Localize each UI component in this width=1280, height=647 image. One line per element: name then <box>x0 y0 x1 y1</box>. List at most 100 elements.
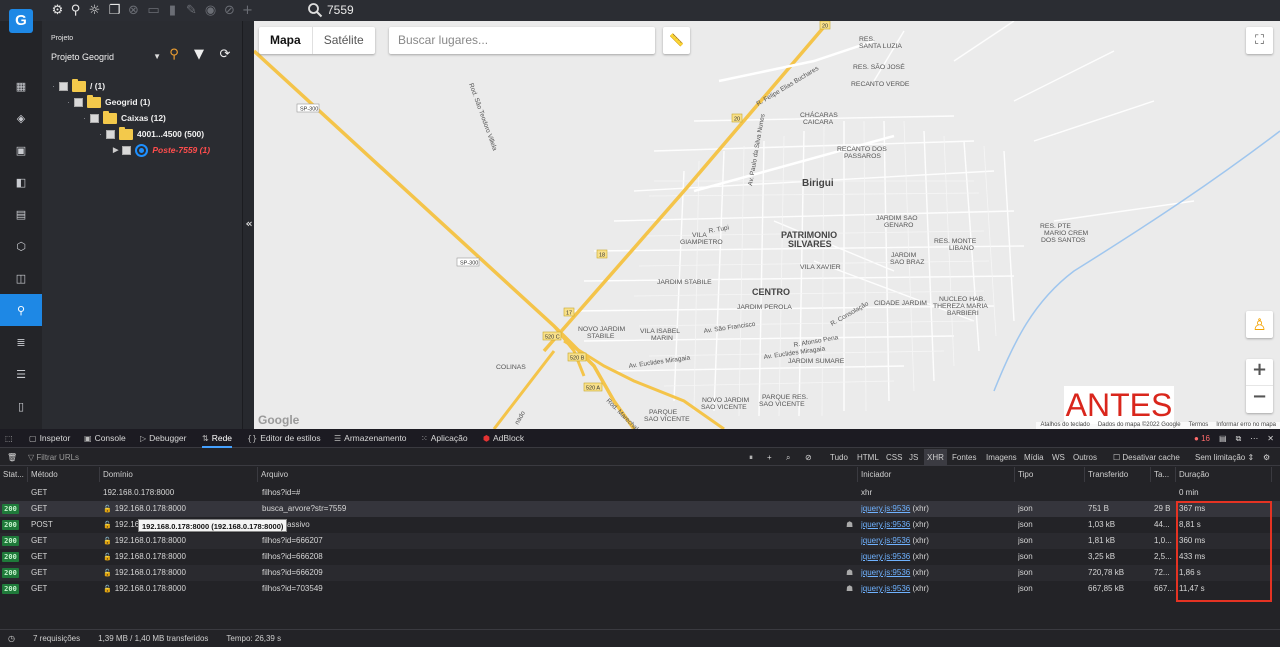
filter-images[interactable]: Imagens <box>986 449 1017 466</box>
request-row[interactable]: 200 GET 🔓 192.168.0.178:8000 filhos?id=66… <box>0 533 1280 549</box>
filter-js[interactable]: JS <box>909 449 918 466</box>
panel-splitter[interactable]: « <box>242 21 254 429</box>
filter-urls-input[interactable]: ▽ Filtrar URLs <box>28 449 79 466</box>
tree-node-caixas[interactable]: · Caixas (12) <box>83 110 166 125</box>
settings-gear-icon[interactable]: ⚙ <box>1263 449 1270 466</box>
map-search-input[interactable]: Buscar lugares... <box>389 27 655 54</box>
zoom-out-button[interactable]: − <box>1246 386 1273 413</box>
list-icon[interactable]: ≣ <box>0 326 42 358</box>
report-error-link[interactable]: Informar erro no mapa <box>1216 422 1276 429</box>
col-status[interactable]: Stat... <box>0 467 28 482</box>
col-transferred[interactable]: Transferido <box>1085 467 1151 482</box>
dashboard-icon[interactable]: ▦ <box>0 70 42 102</box>
col-method[interactable]: Método <box>28 467 100 482</box>
eye-icon[interactable]: ◉ <box>202 2 219 19</box>
request-row[interactable]: GET 192.168.0.178:8000 filhos?id=# xhr 0… <box>0 485 1280 501</box>
filter-icon[interactable]: ▼ <box>191 47 207 63</box>
request-row[interactable]: 200 GET 🔓 192.168.0.178:8000 filhos?id=66… <box>0 565 1280 581</box>
settings-gear-icon[interactable]: ⚙ <box>49 2 66 19</box>
disable-cache-checkbox[interactable]: ☐ Desativar cache <box>1113 449 1180 466</box>
street-view-pegman-icon[interactable]: ♙ <box>1246 311 1273 338</box>
initiator-link[interactable]: jquery.js:9536 <box>861 536 910 545</box>
filter-xhr[interactable]: XHR <box>924 449 947 466</box>
tab-adblock[interactable]: ⬢ AdBlock <box>483 429 524 448</box>
tab-inspector[interactable]: ▢ Inspetor <box>29 429 70 448</box>
network-icon[interactable]: ◈ <box>0 102 42 134</box>
filter-others[interactable]: Outros <box>1073 449 1097 466</box>
tab-console[interactable]: ▣ Console <box>84 429 126 448</box>
contacts-icon[interactable]: ▣ <box>0 134 42 166</box>
tree-node-poste[interactable]: ▶ Poste-7559 (1) <box>113 143 210 157</box>
map-pin-icon[interactable]: ⚲ <box>67 2 84 19</box>
calendar-icon[interactable]: ▤ <box>0 198 42 230</box>
add-icon[interactable]: + <box>767 449 772 466</box>
image-icon[interactable]: ◧ <box>0 166 42 198</box>
pick-element-icon[interactable]: ⬚ <box>5 429 16 448</box>
close-icon[interactable]: ✕ <box>1267 434 1274 443</box>
tab-application[interactable]: ⁙ Aplicação <box>421 429 468 448</box>
initiator-link[interactable]: jquery.js:9536 <box>861 568 910 577</box>
tree-checkbox[interactable] <box>106 129 115 139</box>
tab-storage[interactable]: ☰ Armazenamento <box>334 429 407 448</box>
block-icon[interactable]: ⊘ <box>805 449 812 466</box>
ruler-icon[interactable]: 📏 <box>663 27 690 54</box>
tree-node-root[interactable]: · / (1) <box>52 78 105 93</box>
filter-html[interactable]: HTML <box>857 449 879 466</box>
map-type-mapa[interactable]: Mapa <box>259 27 313 54</box>
tree-checkbox[interactable] <box>59 81 68 91</box>
dock-icon[interactable]: ⧉ <box>1236 434 1242 444</box>
initiator-link[interactable]: jquery.js:9536 <box>861 584 910 593</box>
terms-link[interactable]: Termos <box>1189 422 1209 429</box>
tree-node-range[interactable]: · 4001...4500 (500) <box>99 126 204 141</box>
lightbulb-icon[interactable]: ☼ <box>86 2 103 19</box>
project-select[interactable]: Projeto Geogrid ▼ <box>51 49 161 65</box>
throttle-select[interactable]: Sem limitação ⇕ <box>1195 449 1254 466</box>
initiator-link[interactable]: jquery.js:9536 <box>861 520 910 529</box>
filter-all[interactable]: Tudo <box>830 449 848 466</box>
add-icon[interactable]: + <box>239 2 256 19</box>
close-circle-icon[interactable]: ⊗ <box>125 2 142 19</box>
app-logo[interactable]: G <box>9 9 33 33</box>
pause-icon[interactable]: ⏸ <box>749 449 753 466</box>
document-icon[interactable]: ▯ <box>0 390 42 422</box>
expand-arrow-icon[interactable]: ▶ <box>113 146 118 154</box>
refresh-icon[interactable]: ⟳ <box>217 47 233 63</box>
col-initiator[interactable]: Iniciador <box>858 467 1015 482</box>
filter-css[interactable]: CSS <box>886 449 902 466</box>
filter-media[interactable]: Mídia <box>1024 449 1044 466</box>
location-pin-icon[interactable]: ⚲ <box>0 294 42 326</box>
col-domain[interactable]: Domínio <box>100 467 258 482</box>
blocked-circle-icon[interactable]: ⊘ <box>221 2 238 19</box>
col-type[interactable]: Tipo <box>1015 467 1085 482</box>
server-icon[interactable]: ☰ <box>0 358 42 390</box>
search-icon[interactable] <box>307 2 323 18</box>
fullscreen-icon[interactable]: ⛶ <box>1246 27 1273 54</box>
map-canvas[interactable]: Rod. São Teodoro Villela R. Felipe Elias… <box>254 21 1280 429</box>
tree-checkbox[interactable] <box>74 97 83 107</box>
request-row[interactable]: 200 GET 🔓 192.168.0.178:8000 filhos?id=66… <box>0 549 1280 565</box>
box-icon[interactable]: ⬡ <box>0 230 42 262</box>
error-count-badge[interactable]: ● 16 <box>1194 434 1210 443</box>
tree-node-geogrid[interactable]: · Geogrid (1) <box>67 94 150 109</box>
filter-ws[interactable]: WS <box>1052 449 1065 466</box>
request-row[interactable]: 200 GET 🔓 192.168.0.178:8000 busca_arvore… <box>0 501 1280 517</box>
initiator-link[interactable]: jquery.js:9536 <box>861 552 910 561</box>
tab-debugger[interactable]: ▷ Debugger <box>140 429 187 448</box>
copy-icon[interactable]: ❐ <box>106 2 123 19</box>
search-icon[interactable]: ⌕ <box>786 449 790 466</box>
location-pin-icon[interactable]: ⚲ <box>166 47 182 63</box>
tab-network[interactable]: ⇅ Rede <box>202 429 233 448</box>
tree-checkbox[interactable] <box>122 145 132 155</box>
keyboard-shortcuts-link[interactable]: Atalhos do teclado <box>1040 422 1089 429</box>
map-type-satellite[interactable]: Satélite <box>313 27 375 54</box>
pencil-icon[interactable]: ✎ <box>183 2 200 19</box>
tree-checkbox[interactable] <box>90 113 99 123</box>
col-size[interactable]: Ta... <box>1151 467 1176 482</box>
split-console-icon[interactable]: ▤ <box>1219 434 1227 443</box>
folder-plus-icon[interactable]: ▭ <box>145 2 162 19</box>
more-options-icon[interactable]: ⋯ <box>1250 434 1258 443</box>
tab-style-editor[interactable]: {} Editor de estilos <box>247 429 321 448</box>
filter-fonts[interactable]: Fontes <box>952 449 976 466</box>
col-duration[interactable]: Duração <box>1176 467 1272 482</box>
trash-icon[interactable]: 🗑 <box>7 449 17 466</box>
